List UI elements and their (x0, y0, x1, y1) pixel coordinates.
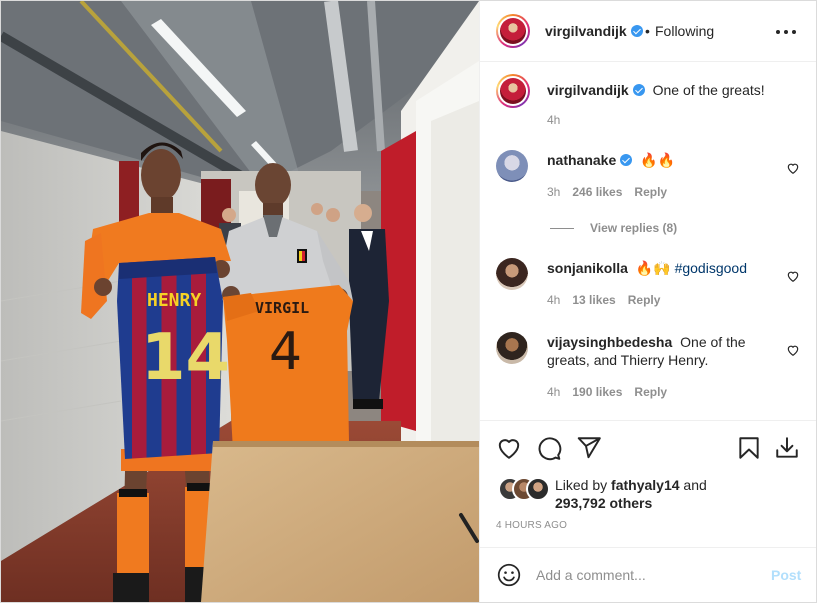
shirt-right-name: VIRGIL (255, 299, 309, 317)
download-icon[interactable] (774, 435, 800, 461)
commenter-avatar[interactable] (496, 258, 528, 290)
bookmark-icon[interactable] (736, 435, 762, 461)
comment-hashtag[interactable]: #godisgood (675, 260, 747, 276)
separator-dot: • (645, 23, 650, 39)
commenter-username[interactable]: sonjanikolla (547, 260, 628, 276)
author-username[interactable]: virgilvandijk (545, 23, 643, 39)
caption-time[interactable]: 4h (547, 113, 560, 127)
post-modal: HENRY 14 VIRGIL 4 virgilvandijk • Follow… (0, 0, 817, 603)
liker-username[interactable]: fathyaly14 (611, 477, 679, 493)
shirt-left-number: 14 (141, 321, 230, 395)
caption-avatar[interactable] (496, 74, 530, 108)
caption-username[interactable]: virgilvandijk (547, 82, 645, 98)
commenter-username[interactable]: vijaysinghbedesha (547, 334, 672, 350)
commenter-avatar[interactable] (496, 150, 528, 182)
share-icon[interactable] (576, 435, 602, 461)
photo-illustration: HENRY 14 VIRGIL 4 (1, 1, 479, 602)
like-comment-heart-icon[interactable] (786, 343, 800, 357)
verified-icon (630, 25, 643, 37)
likes-others[interactable]: 293,792 others (555, 495, 652, 511)
likes-text: Liked by fathyaly14 and 293,792 others (555, 477, 707, 511)
post-header: virgilvandijk • Following (480, 1, 816, 62)
liker-avatar[interactable] (526, 477, 550, 501)
verified-icon (632, 84, 645, 96)
comment-likes[interactable]: 190 likes (572, 385, 622, 399)
post-comment-button[interactable]: Post (771, 567, 801, 583)
comment-icon[interactable] (536, 435, 562, 461)
shirt-right-number: 4 (269, 322, 302, 382)
comments-list[interactable]: virgilvandijk One of the greats! 4h nath… (480, 62, 816, 419)
shirt-left-name: HENRY (147, 290, 201, 311)
heart-icon[interactable] (496, 435, 522, 461)
comment-time[interactable]: 3h (547, 185, 560, 199)
commenter-avatar[interactable] (496, 332, 528, 364)
more-options-icon[interactable] (776, 23, 796, 39)
comment-text: 🔥🔥 (640, 152, 676, 168)
like-comment-heart-icon[interactable] (786, 269, 800, 283)
author-avatar[interactable] (496, 14, 530, 48)
comment-text: 🔥🙌 (635, 260, 671, 276)
post-side-panel: virgilvandijk • Following virgilvandijk … (479, 1, 816, 602)
post-photo[interactable]: HENRY 14 VIRGIL 4 (1, 1, 479, 602)
reply-button[interactable]: Reply (628, 293, 661, 307)
add-comment-bar: Post (480, 547, 816, 602)
reply-button[interactable]: Reply (634, 385, 667, 399)
like-comment-heart-icon[interactable] (786, 161, 800, 175)
comment-likes[interactable]: 246 likes (572, 185, 622, 199)
reply-button[interactable]: Reply (634, 185, 667, 199)
post-timestamp[interactable]: 4 HOURS AGO (496, 520, 567, 531)
comment-input[interactable] (536, 564, 756, 586)
verified-icon (620, 154, 633, 166)
comment-time[interactable]: 4h (547, 385, 560, 399)
emoji-icon[interactable] (496, 562, 522, 588)
following-button[interactable]: Following (655, 23, 714, 39)
commenter-username[interactable]: nathanake (547, 152, 633, 168)
view-replies-button[interactable]: View replies (8) (550, 221, 677, 235)
caption-text: One of the greats! (652, 82, 765, 98)
likes-summary: Liked by fathyaly14 and 293,792 others (480, 471, 816, 515)
comment-time[interactable]: 4h (547, 293, 560, 307)
comment-likes[interactable]: 13 likes (572, 293, 615, 307)
